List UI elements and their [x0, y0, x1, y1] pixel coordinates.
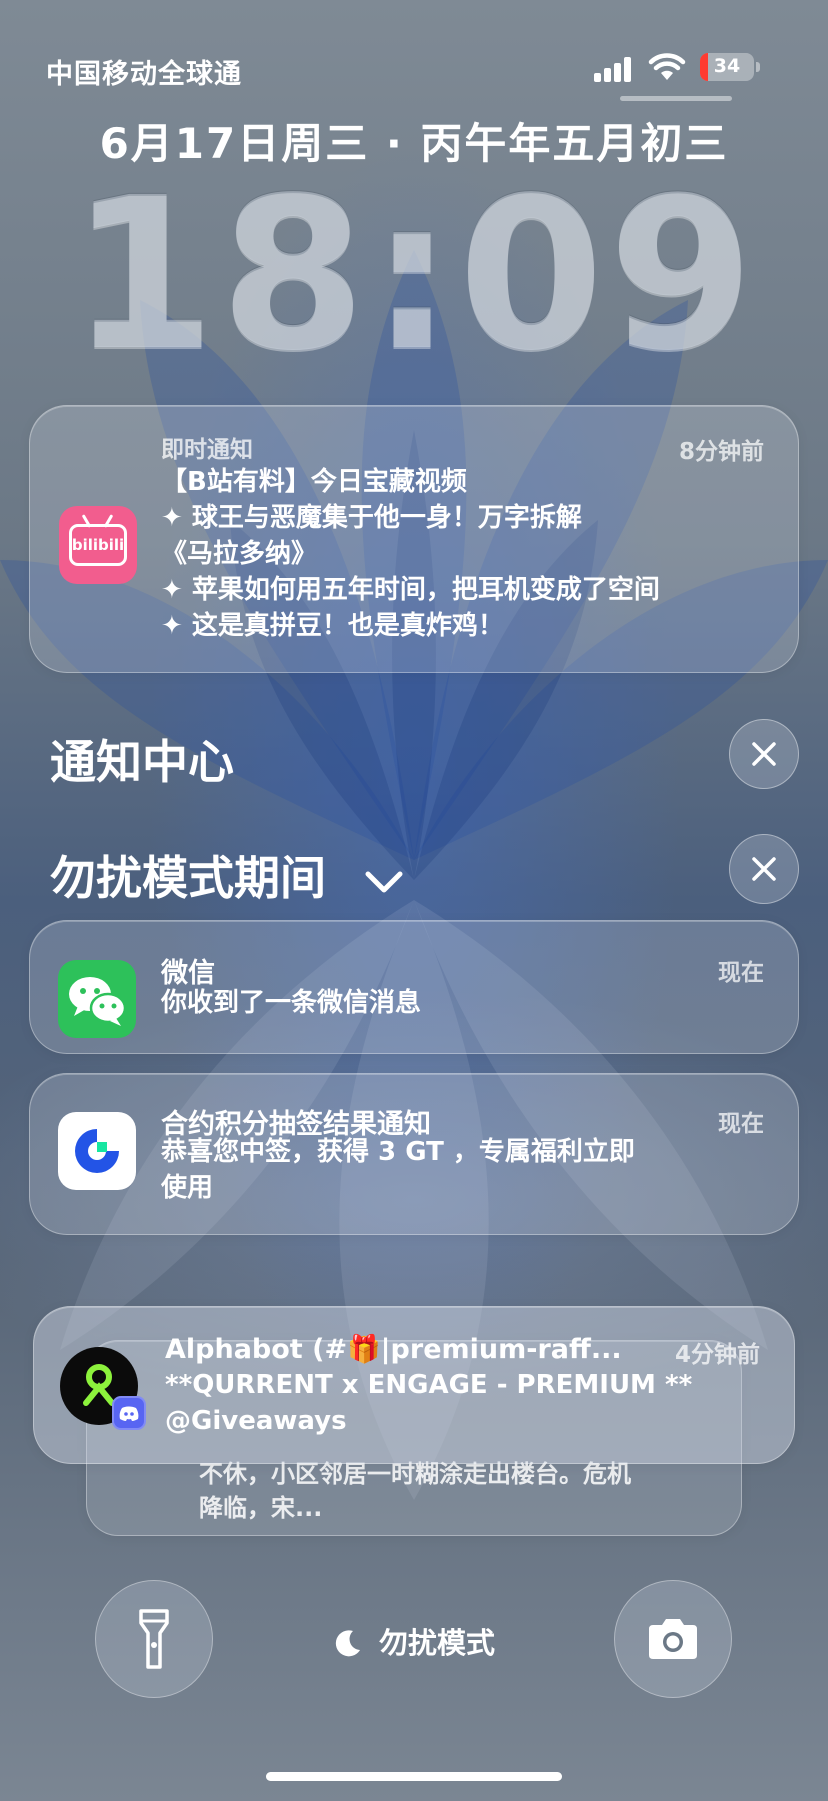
gate-icon: [58, 1112, 136, 1190]
notification-card-discord[interactable]: Alphabot (#🎁|premium-raff... 4分钟前 **QURR…: [33, 1306, 795, 1464]
battery-level: 34: [713, 55, 741, 77]
notification-body: **QURRENT x ENGAGE - PREMIUM ** @Giveawa…: [165, 1367, 785, 1439]
bilibili-icon-label: bilibili: [71, 536, 125, 554]
discord-icon: [112, 1396, 146, 1430]
notification-line: @Giveaways: [165, 1406, 347, 1436]
notification-body: 恭喜您中签，获得 3 GT ，专属福利立即 使用: [161, 1134, 781, 1206]
notification-body: 不休，小区邻居一时糊涂走出楼台。危机 降临，宋...: [199, 1457, 729, 1525]
notification-line: ✦ 这是真拼豆！也是真炸鸡！: [161, 611, 504, 641]
focus-group-label: 勿扰模式期间: [50, 851, 326, 905]
camera-icon: [649, 1619, 697, 1659]
notification-line: 《马拉多纳》: [161, 539, 318, 569]
notification-body: 你收到了一条微信消息: [161, 988, 422, 1018]
home-indicator[interactable]: [266, 1772, 562, 1781]
lock-clock: 18:09: [69, 152, 759, 397]
notification-time: 现在: [718, 1111, 764, 1137]
notification-title: 即时通知: [161, 437, 253, 463]
camera-button[interactable]: [614, 1580, 732, 1698]
notification-center-title: 通知中心: [50, 735, 234, 789]
notification-time: 现在: [718, 960, 764, 986]
notification-card-bilibili[interactable]: bilibili 即时通知 8分钟前 【B站有料】今日宝藏视频 ✦ 球王与恶魔集…: [29, 405, 799, 673]
notification-card-gate[interactable]: 合约积分抽签结果通知 现在 恭喜您中签，获得 3 GT ，专属福利立即 使用: [29, 1073, 799, 1235]
notification-line: 使用: [161, 1173, 214, 1203]
focus-group-title[interactable]: 勿扰模式期间: [50, 842, 404, 908]
carrier-label: 中国移动全球通: [46, 59, 242, 90]
notification-line: **QURRENT x ENGAGE - PREMIUM **: [165, 1370, 693, 1400]
focus-mode-label: 勿扰模式: [379, 1626, 496, 1660]
wechat-icon: [58, 960, 136, 1038]
notification-time: 4分钟前: [674, 1342, 760, 1368]
battery-icon: 34: [700, 53, 760, 81]
bilibili-icon: bilibili: [59, 506, 137, 584]
notification-card-wechat[interactable]: 微信 现在 你收到了一条微信消息: [29, 920, 799, 1054]
clear-focus-group-button[interactable]: [729, 834, 799, 904]
chevron-down-icon: [365, 871, 403, 892]
control-center-indicator[interactable]: [620, 96, 732, 101]
wifi-icon: [648, 53, 686, 80]
cellular-signal-icon: [594, 56, 634, 82]
close-icon: [752, 742, 776, 766]
notification-line: 降临，宋...: [199, 1494, 323, 1522]
notification-time: 8分钟前: [678, 439, 764, 465]
clear-notification-center-button[interactable]: [729, 719, 799, 789]
status-bar: 中国移动全球通 34: [0, 48, 828, 90]
notification-line: ✦ 苹果如何用五年时间，把耳机变成了空间: [161, 575, 660, 605]
notification-title: Alphabot (#🎁|premium-raff...: [165, 1334, 622, 1365]
notification-line: 【B站有料】今日宝藏视频: [161, 467, 467, 497]
notification-body: 【B站有料】今日宝藏视频 ✦ 球王与恶魔集于他一身！万字拆解 《马拉多纳》 ✦ …: [161, 464, 781, 644]
moon-icon: [335, 1630, 360, 1657]
close-icon: [752, 857, 776, 881]
notification-line: 恭喜您中签，获得 3 GT ，专属福利立即: [161, 1137, 635, 1167]
notification-line: ✦ 球王与恶魔集于他一身！万字拆解: [161, 503, 582, 533]
